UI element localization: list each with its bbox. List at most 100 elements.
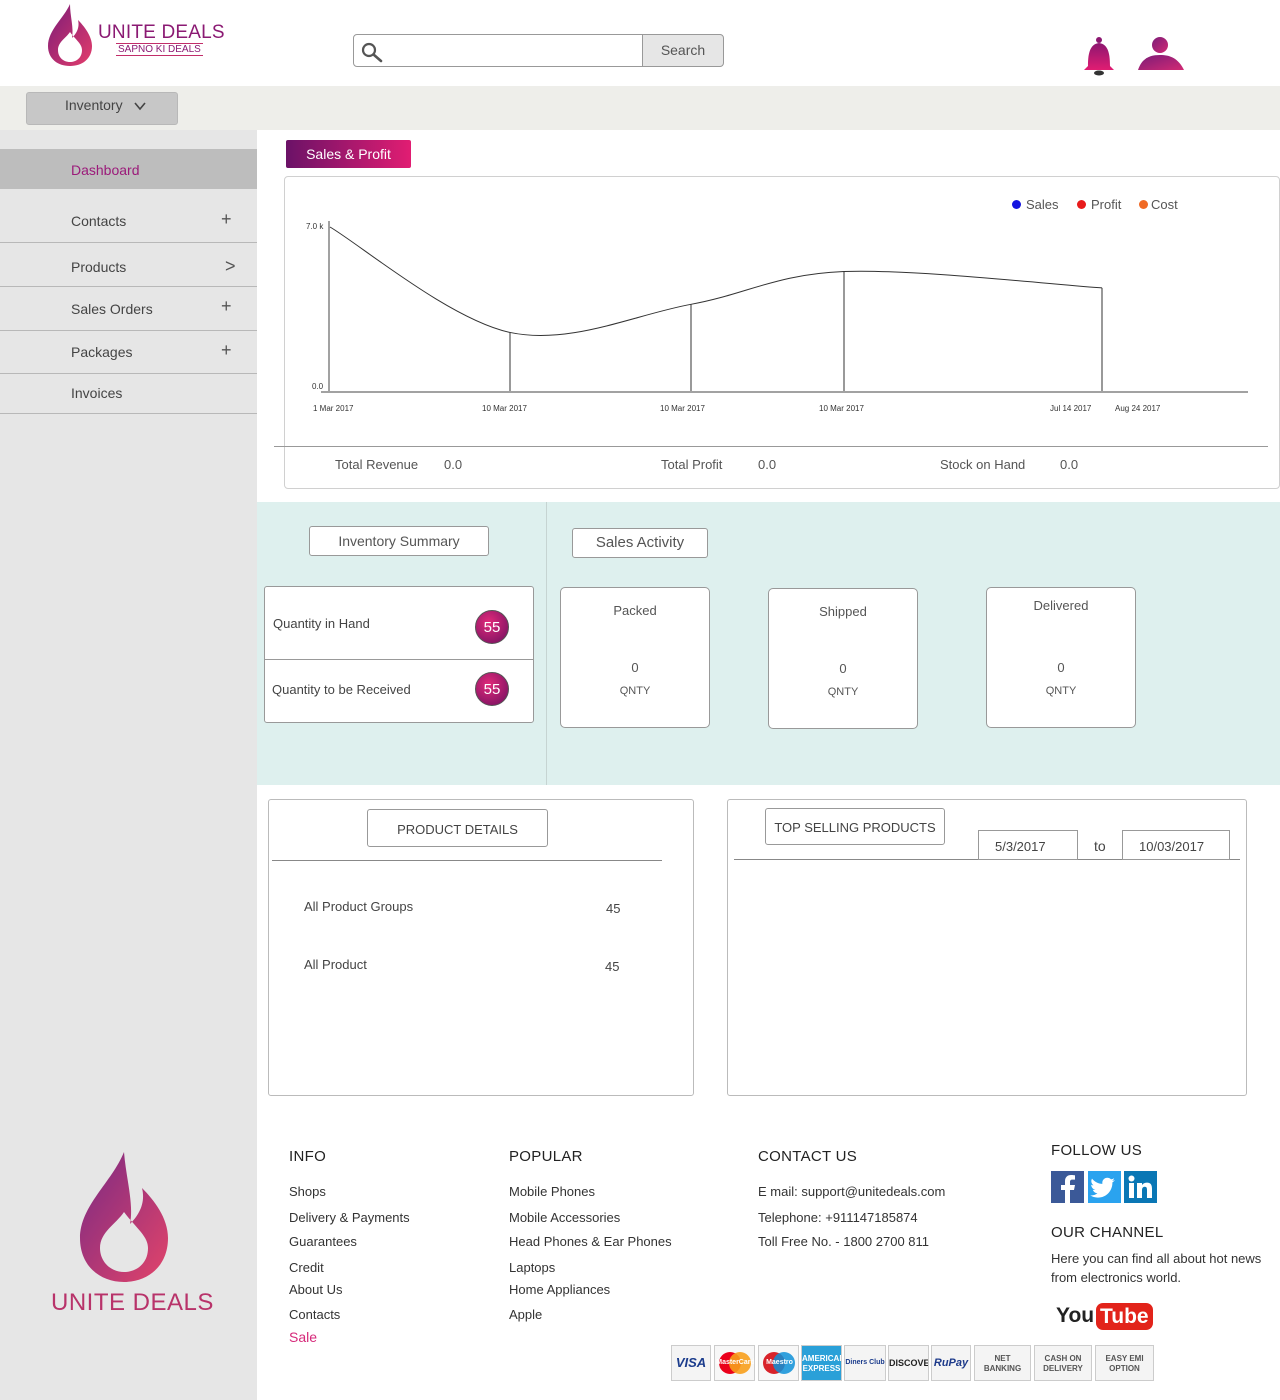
footer-link-home-appliances[interactable]: Home Appliances — [509, 1282, 610, 1297]
quantity-card-divider — [264, 659, 534, 660]
chart-divider — [274, 446, 1268, 447]
sidebar-item-label: Contacts — [71, 213, 127, 229]
card-title: Shipped — [819, 604, 867, 619]
x-tick-label: 10 Mar 2017 — [482, 404, 527, 413]
payment-discover-icon: DISCOVER — [888, 1345, 929, 1381]
x-tick-label: 10 Mar 2017 — [819, 404, 864, 413]
legend-cost: Cost — [1139, 197, 1178, 212]
user-profile-icon[interactable] — [1136, 36, 1186, 72]
legend-cost-dot — [1139, 200, 1148, 209]
bell-icon[interactable] — [1080, 36, 1118, 76]
packed-card[interactable]: Packed 0 QNTY — [560, 587, 710, 728]
stock-on-hand-value: 0.0 — [1060, 457, 1079, 472]
sidebar-item-dashboard[interactable]: Dashboard — [0, 149, 257, 189]
sidebar-item-label: Products — [71, 259, 127, 275]
expand-plus-icon[interactable]: + — [221, 296, 232, 317]
payment-visa-icon: VISA — [671, 1345, 711, 1381]
total-profit-label: Total Profit — [661, 457, 723, 472]
footer-link-shops[interactable]: Shops — [289, 1184, 326, 1199]
footer-link-laptops[interactable]: Laptops — [509, 1260, 555, 1275]
payment-diners-icon: Diners Club — [844, 1345, 886, 1381]
sidebar-item-label: Dashboard — [71, 162, 140, 178]
summary-divider — [546, 502, 547, 785]
youtube-logo[interactable]: You Tube — [1053, 1302, 1153, 1332]
payment-rupay-icon: RuPay — [931, 1345, 971, 1381]
inventory-dropdown-label: Inventory — [65, 97, 123, 113]
card-unit: QNTY — [1045, 685, 1077, 697]
expand-plus-icon[interactable]: + — [221, 209, 232, 230]
footer-follow-heading: FOLLOW US — [1051, 1142, 1143, 1159]
footer-toll-free: Toll Free No. - 1800 2700 811 — [758, 1234, 930, 1249]
footer-link-mobile-accessories[interactable]: Mobile Accessories — [509, 1210, 620, 1225]
search-button[interactable]: Search — [642, 34, 724, 67]
card-value: 0 — [839, 661, 847, 676]
mastercard-label: MasterCard — [716, 1359, 755, 1366]
date-from-field[interactable]: 5/3/2017 — [978, 830, 1078, 860]
footer-link-delivery[interactable]: Delivery & Payments — [289, 1210, 410, 1225]
payment-maestro-icon: Maestro — [758, 1345, 799, 1381]
stock-on-hand-label: Stock on Hand — [940, 457, 1026, 472]
total-revenue-label: Total Revenue — [335, 457, 419, 472]
product-details-button[interactable]: PRODUCT DETAILS — [367, 809, 548, 847]
inventory-summary-button[interactable]: Inventory Summary — [309, 526, 489, 556]
footer-email[interactable]: E mail: support@unitedeals.com — [758, 1184, 945, 1199]
expand-plus-icon[interactable]: + — [221, 340, 232, 361]
payment-mastercard-icon: MasterCard — [714, 1345, 755, 1381]
sales-profit-chart: 0.0 7.0 k 1 Mar 2017 10 Mar 2017 10 Mar 2017… — [306, 221, 1248, 413]
youtube-you: You — [1056, 1304, 1095, 1327]
sidebar-item-packages[interactable]: Packages + — [0, 331, 257, 374]
legend-label: Cost — [1151, 197, 1178, 212]
date-to-field[interactable]: 10/03/2017 — [1122, 830, 1230, 860]
footer-link-sale[interactable]: Sale — [289, 1329, 317, 1345]
chevron-right-icon[interactable]: > — [225, 256, 236, 277]
card-value: 0 — [1057, 660, 1065, 675]
total-profit-value: 0.0 — [758, 457, 777, 472]
footer-info-heading: INFO — [289, 1148, 327, 1165]
sidebar-item-invoices[interactable]: Invoices — [0, 374, 257, 414]
card-unit: QNTY — [619, 685, 651, 697]
top-selling-products-button[interactable]: TOP SELLING PRODUCTS — [765, 808, 945, 845]
footer-link-apple[interactable]: Apple — [509, 1307, 542, 1322]
series-line — [329, 226, 1103, 336]
search-icon — [361, 42, 383, 63]
maestro-label: Maestro — [766, 1359, 793, 1366]
linkedin-icon[interactable] — [1124, 1171, 1157, 1203]
module-bar — [0, 86, 1280, 130]
footer-link-about[interactable]: About Us — [289, 1282, 342, 1297]
sidebar-item-label: Invoices — [71, 385, 123, 401]
shipped-card[interactable]: Shipped 0 QNTY — [768, 588, 918, 729]
sidebar-item-sales-orders[interactable]: Sales Orders + — [0, 287, 257, 331]
y-tick-label: 0.0 — [312, 382, 324, 391]
footer-link-credit[interactable]: Credit — [289, 1260, 324, 1275]
legend-label: Sales — [1026, 197, 1059, 212]
legend-sales: Sales — [1012, 197, 1059, 212]
sidebar-item-products[interactable]: Products > — [0, 243, 257, 287]
quantity-to-be-received-label: Quantity to be Received — [272, 682, 411, 697]
card-title: Delivered — [1033, 598, 1089, 613]
card-title: Packed — [613, 603, 657, 618]
sidebar-item-contacts[interactable]: Contacts + — [0, 189, 257, 243]
footer-link-contacts[interactable]: Contacts — [289, 1307, 340, 1322]
payment-amex-icon: AMERICAN EXPRESS — [801, 1345, 842, 1381]
facebook-icon[interactable] — [1051, 1171, 1084, 1203]
footer-channel-text: Here you can find all about hot news fro… — [1051, 1251, 1262, 1285]
payment-cod-icon: CASH ON DELIVERY — [1034, 1345, 1092, 1381]
all-product-value: 45 — [605, 959, 620, 974]
quantity-in-hand-label: Quantity in Hand — [273, 616, 370, 631]
card-value: 0 — [631, 660, 639, 675]
tab-sales-profit[interactable]: Sales & Profit — [286, 140, 411, 168]
twitter-icon[interactable] — [1088, 1171, 1121, 1203]
delivered-card[interactable]: Delivered 0 QNTY — [986, 587, 1136, 728]
footer-link-mobile-phones[interactable]: Mobile Phones — [509, 1184, 595, 1199]
sidebar-item-label: Packages — [71, 344, 133, 360]
total-revenue-value: 0.0 — [444, 457, 463, 472]
logo-flame-icon[interactable] — [44, 2, 96, 68]
footer-link-guarantees[interactable]: Guarantees — [289, 1234, 357, 1249]
footer-popular-heading: POPULAR — [509, 1148, 583, 1165]
logo-title: UNITE DEALS — [98, 22, 225, 43]
payment-emi-icon: EASY EMI OPTION — [1095, 1345, 1154, 1381]
footer-link-headphones[interactable]: Head Phones & Ear Phones — [509, 1234, 672, 1249]
inventory-dropdown[interactable]: Inventory — [26, 92, 178, 125]
sales-activity-button[interactable]: Sales Activity — [572, 528, 708, 558]
youtube-tube: Tube — [1096, 1303, 1153, 1330]
